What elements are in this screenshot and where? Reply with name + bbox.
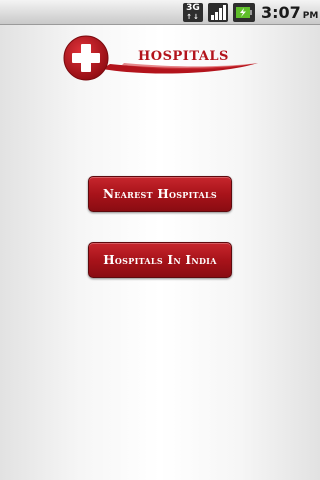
nearest-hospitals-button[interactable]: Nearest Hospitals (88, 176, 232, 212)
clock-ampm: PM (302, 11, 319, 21)
status-bar: 3G ↑↓ 3:07 PM (0, 0, 320, 25)
app-title: HOSPITALS (138, 49, 229, 64)
network-3g-icon: 3G ↑↓ (183, 3, 203, 22)
battery-charging-icon (233, 3, 255, 22)
app-content: HOSPITALS Nearest Hospitals Hospitals In… (0, 25, 320, 480)
network-type-label: 3G (186, 3, 200, 13)
status-clock: 3:07 PM (261, 3, 318, 26)
signal-strength-icon (208, 3, 228, 22)
hospitals-in-india-button[interactable]: Hospitals In India (88, 242, 232, 278)
app-logo: HOSPITALS (62, 34, 262, 82)
data-activity-arrows-icon: ↑↓ (186, 13, 200, 21)
clock-time: 3:07 (261, 3, 301, 22)
